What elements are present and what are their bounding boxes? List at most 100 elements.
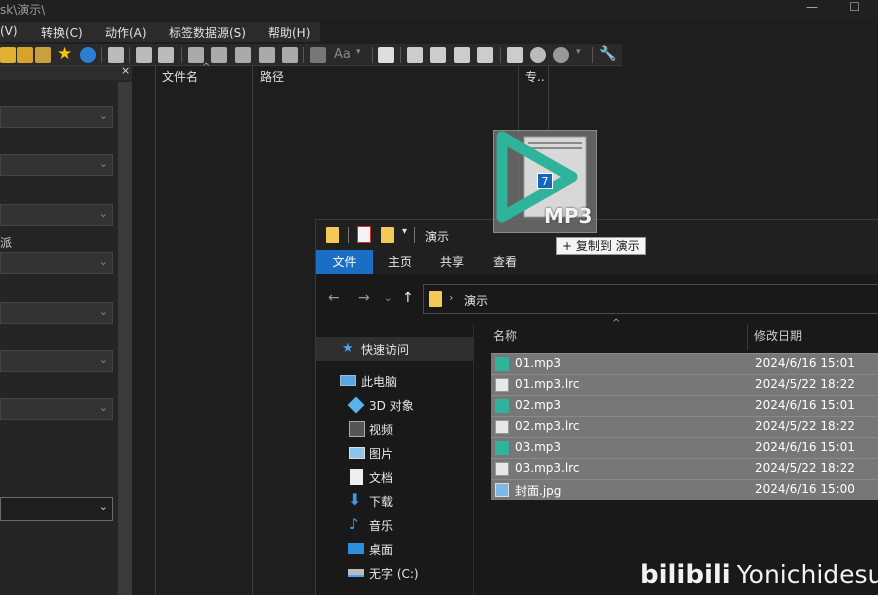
- tag-field-artist[interactable]: ⌄: [0, 154, 113, 176]
- tab-file[interactable]: 文件: [316, 250, 373, 274]
- column-path[interactable]: 路径: [260, 68, 284, 85]
- web-source-icon[interactable]: [454, 47, 470, 63]
- freedb-icon[interactable]: [477, 47, 493, 63]
- up-icon[interactable]: ↑: [402, 290, 414, 306]
- tab-home[interactable]: 主页: [373, 250, 427, 274]
- settings-toolbar-icon[interactable]: [507, 47, 523, 63]
- chevron-down-icon: ⌄: [98, 500, 108, 513]
- delete-tag-icon[interactable]: [158, 47, 174, 63]
- menu-view[interactable]: (V): [0, 24, 18, 38]
- menu-help[interactable]: 帮助(H): [268, 24, 310, 41]
- playlist-icon[interactable]: [430, 47, 446, 63]
- chevron-down-icon[interactable]: ▾: [576, 47, 592, 63]
- sort-ascending-icon: ^: [612, 318, 621, 329]
- nav-documents[interactable]: 文档: [316, 465, 473, 489]
- chevron-down-icon[interactable]: ▾: [356, 47, 372, 63]
- nav-3d-objects[interactable]: 3D 对象: [316, 393, 473, 417]
- file-row[interactable]: 02.mp3.lrc 2024/5/22 18:22: [491, 416, 878, 437]
- file-row[interactable]: 03.mp3.lrc 2024/5/22 18:22: [491, 458, 878, 479]
- maximize-button[interactable]: ☐: [849, 0, 860, 14]
- drag-count-badge: 7: [537, 173, 553, 189]
- export-icon[interactable]: [407, 47, 423, 63]
- filename-to-tag-icon[interactable]: [211, 47, 227, 63]
- wrench-icon[interactable]: 🔧: [599, 47, 616, 63]
- sort-ascending-icon: ^: [202, 62, 211, 73]
- new-folder-icon[interactable]: [381, 227, 394, 243]
- folder-icon: [326, 227, 339, 243]
- tag-field-album-artist[interactable]: ⌄: [0, 252, 113, 274]
- nav-quick-access[interactable]: ★ 快速访问: [316, 337, 473, 361]
- edit-icon[interactable]: [378, 47, 394, 63]
- file-modified-date: 2024/6/16 15:01: [755, 398, 855, 412]
- explorer-window: ▾ 演示 文件 主页 共享 查看 ← → ⌄ ↑ › 演示 ★ 快速访问 此电脑…: [315, 219, 878, 595]
- navigation-pane: ★ 快速访问 此电脑 3D 对象 视频 图片 文档 ⬇ 下载 ♪ 音乐 桌面 无…: [316, 324, 474, 595]
- star-icon: ★: [342, 341, 354, 356]
- nav-pictures[interactable]: 图片: [316, 441, 473, 465]
- tag-field-directory[interactable]: ⌄: [0, 497, 113, 521]
- case-conversion-icon[interactable]: Aa: [334, 47, 351, 63]
- column-name[interactable]: 名称: [493, 327, 517, 344]
- computer-icon: [340, 375, 356, 386]
- tag-field-genre[interactable]: ⌄: [0, 398, 113, 420]
- file-modified-date: 2024/5/22 18:22: [755, 461, 855, 475]
- file-content-pane: ^ 名称 修改日期 01.mp3 2024/6/16 15:01 01.mp3.lr…: [474, 318, 878, 595]
- forward-icon[interactable]: →: [358, 290, 370, 306]
- file-name: 03.mp3: [515, 440, 562, 454]
- nav-desktop[interactable]: 桌面: [316, 537, 473, 561]
- tag-panel-scrollbar[interactable]: [118, 82, 132, 595]
- file-row[interactable]: 01.mp3.lrc 2024/5/22 18:22: [491, 374, 878, 395]
- tag-to-tag-icon[interactable]: [235, 47, 251, 63]
- column-album[interactable]: 专..: [525, 68, 545, 85]
- tag-field-title[interactable]: ⌄: [0, 106, 113, 128]
- column-date-modified[interactable]: 修改日期: [754, 327, 802, 344]
- globe-icon[interactable]: [530, 47, 546, 63]
- properties-icon[interactable]: [357, 226, 371, 243]
- back-icon[interactable]: ←: [328, 290, 340, 306]
- window-title: sk\演示\: [0, 3, 46, 17]
- tag-to-text-file-icon[interactable]: [282, 47, 298, 63]
- address-current-folder[interactable]: 演示: [464, 292, 488, 309]
- picture-icon: [349, 447, 365, 459]
- nav-music[interactable]: ♪ 音乐: [316, 513, 473, 537]
- address-bar[interactable]: › 演示: [423, 284, 878, 314]
- close-icon[interactable]: ×: [121, 64, 130, 77]
- tag-field-year[interactable]: ⌄: [0, 302, 113, 324]
- file-row[interactable]: 03.mp3 2024/6/16 15:01: [491, 437, 878, 458]
- file-row[interactable]: 封面.jpg 2024/6/16 15:00: [491, 479, 878, 500]
- mp3-file-icon: [495, 441, 509, 455]
- tag-field-album[interactable]: ⌄: [0, 204, 113, 226]
- text-file-to-tag-icon[interactable]: [259, 47, 275, 63]
- text-file-icon: [495, 378, 509, 392]
- file-row[interactable]: 01.mp3 2024/6/16 15:01: [491, 353, 878, 374]
- file-modified-date: 2024/6/16 15:00: [755, 482, 855, 496]
- nav-videos[interactable]: 视频: [316, 417, 473, 441]
- nav-this-pc[interactable]: 此电脑: [316, 369, 473, 393]
- minimize-button[interactable]: —: [806, 0, 818, 14]
- star-icon[interactable]: ★: [57, 46, 73, 63]
- refresh-icon[interactable]: [80, 47, 96, 63]
- tag-field-track[interactable]: ⌄: [0, 350, 113, 372]
- menu-bar: (V) 转换(C) 动作(A) 标签数据源(S) 帮助(H): [0, 22, 320, 42]
- menu-actions[interactable]: 动作(A): [105, 24, 147, 41]
- sources-icon[interactable]: [553, 47, 569, 63]
- tab-view[interactable]: 查看: [477, 250, 533, 274]
- open-folder-icon[interactable]: [0, 47, 16, 63]
- nav-drive-c[interactable]: 无字 (C:): [316, 561, 473, 585]
- column-filename[interactable]: 文件名: [162, 68, 198, 85]
- menu-convert[interactable]: 转换(C): [41, 24, 83, 41]
- chevron-down-icon[interactable]: ⌄: [384, 293, 392, 304]
- tab-share[interactable]: 共享: [427, 250, 477, 274]
- menu-tag-sources[interactable]: 标签数据源(S): [169, 24, 246, 41]
- watermark: bilibili Yonichidesu: [640, 560, 878, 590]
- chevron-down-icon[interactable]: ▾: [402, 226, 407, 237]
- tag-to-filename-icon[interactable]: [188, 47, 204, 63]
- add-folder-icon[interactable]: [17, 47, 33, 63]
- file-row[interactable]: 02.mp3 2024/6/16 15:01: [491, 395, 878, 416]
- favorites-folder-icon[interactable]: [35, 47, 51, 63]
- nav-downloads[interactable]: ⬇ 下载: [316, 489, 473, 513]
- list-icon[interactable]: [108, 47, 124, 63]
- tag-field-label: 派: [0, 236, 13, 250]
- actions-icon[interactable]: [310, 47, 326, 63]
- save-icon[interactable]: [136, 47, 152, 63]
- mp3tag-titlebar: sk\演示\ — ☐: [0, 0, 878, 20]
